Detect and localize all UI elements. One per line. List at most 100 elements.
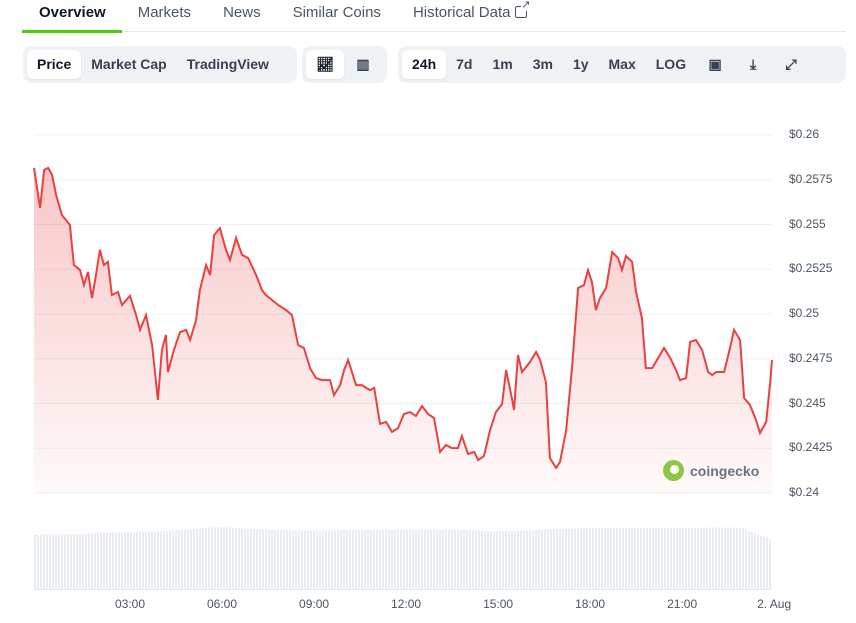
volume-bar bbox=[445, 529, 447, 589]
volume-bar bbox=[112, 532, 114, 589]
volume-bar bbox=[46, 534, 48, 589]
volume-bar bbox=[457, 529, 459, 589]
volume-bar bbox=[304, 530, 306, 589]
volume-bar bbox=[664, 528, 666, 589]
volume-bar bbox=[517, 530, 519, 589]
volume-bar bbox=[436, 529, 438, 589]
volume-bar bbox=[49, 534, 51, 589]
volume-bar bbox=[745, 529, 747, 589]
volume-bar bbox=[286, 530, 288, 589]
volume-bar bbox=[157, 531, 159, 589]
volume-bar bbox=[601, 528, 603, 589]
volume-bar bbox=[757, 534, 759, 589]
volume-bar bbox=[319, 530, 321, 589]
volume-bar bbox=[139, 531, 141, 589]
price-chart[interactable] bbox=[0, 0, 856, 623]
volume-bar bbox=[553, 529, 555, 589]
volume-bar bbox=[175, 530, 177, 589]
volume-bar bbox=[259, 529, 261, 589]
volume-bar bbox=[514, 530, 516, 589]
volume-bar bbox=[742, 528, 744, 589]
volume-bar bbox=[646, 528, 648, 589]
volume-bar bbox=[316, 530, 318, 589]
volume-bar bbox=[94, 533, 96, 589]
x-tick-label: 18:00 bbox=[575, 597, 606, 611]
volume-bar bbox=[220, 527, 222, 589]
volume-bar bbox=[115, 532, 117, 589]
volume-bar bbox=[481, 530, 483, 589]
volume-bar bbox=[328, 530, 330, 589]
volume-bar bbox=[292, 530, 294, 589]
volume-bar bbox=[595, 528, 597, 589]
volume-bar bbox=[610, 528, 612, 589]
volume-bar bbox=[217, 527, 219, 589]
volume-bar bbox=[283, 530, 285, 589]
volume-bar bbox=[451, 529, 453, 589]
volume-bar bbox=[739, 527, 741, 589]
volume-bar bbox=[544, 529, 546, 589]
volume-bar bbox=[754, 533, 756, 589]
volume-bar bbox=[166, 530, 168, 589]
volume-bar bbox=[205, 528, 207, 589]
volume-bar bbox=[208, 527, 210, 589]
volume-bar bbox=[85, 533, 87, 589]
volume-bar bbox=[496, 531, 498, 589]
volume-bar bbox=[88, 533, 90, 589]
x-tick-label: 03:00 bbox=[114, 597, 146, 611]
volume-bar bbox=[556, 528, 558, 589]
y-tick-label: $0.2575 bbox=[789, 171, 833, 186]
volume-bar bbox=[151, 531, 153, 589]
volume-bar bbox=[364, 530, 366, 589]
volume-bar bbox=[235, 528, 237, 589]
volume-bar bbox=[34, 534, 36, 589]
coingecko-logo: coingecko bbox=[663, 460, 759, 481]
volume-bar bbox=[322, 530, 324, 589]
volume-bar bbox=[388, 529, 390, 589]
volume-bar bbox=[511, 530, 513, 589]
volume-bar bbox=[91, 533, 93, 589]
volume-bar bbox=[391, 529, 393, 589]
volume-bar bbox=[505, 531, 507, 589]
volume-bar bbox=[223, 527, 225, 589]
volume-bar bbox=[64, 534, 66, 589]
volume-bar bbox=[358, 530, 360, 589]
volume-bar bbox=[73, 534, 75, 589]
volume-bar bbox=[370, 530, 372, 589]
volume-bar bbox=[427, 529, 429, 589]
y-tick-label: $0.255 bbox=[789, 216, 826, 231]
volume-bar bbox=[538, 529, 540, 589]
volume-bar bbox=[529, 530, 531, 589]
volume-bar bbox=[577, 528, 579, 589]
volume-bar bbox=[100, 533, 102, 589]
volume-bar bbox=[679, 528, 681, 589]
volume-bar bbox=[589, 528, 591, 589]
volume-bar bbox=[682, 528, 684, 589]
volume-bar bbox=[70, 534, 72, 589]
volume-bar bbox=[550, 529, 552, 589]
volume-bar bbox=[253, 529, 255, 589]
volume-bar bbox=[658, 528, 660, 589]
volume-bar bbox=[472, 530, 474, 589]
gecko-icon bbox=[663, 460, 684, 481]
volume-bar bbox=[421, 529, 423, 589]
volume-bar bbox=[634, 528, 636, 589]
volume-bar bbox=[61, 534, 63, 589]
volume-bar bbox=[598, 528, 600, 589]
volume-bar bbox=[379, 529, 381, 589]
volume-bar bbox=[697, 527, 699, 589]
volume-bar bbox=[709, 527, 711, 589]
volume-bar bbox=[766, 537, 768, 589]
volume-bar bbox=[631, 528, 633, 589]
volume-bar bbox=[475, 530, 477, 589]
volume-bar bbox=[310, 530, 312, 589]
volume-bar bbox=[130, 531, 132, 589]
volume-bar bbox=[736, 527, 738, 589]
volume-bar bbox=[613, 528, 615, 589]
volume-bar bbox=[298, 530, 300, 589]
volume-bar bbox=[763, 536, 765, 589]
volume-bar bbox=[535, 530, 537, 589]
volume-bar bbox=[412, 529, 414, 589]
volume-bar bbox=[58, 534, 60, 589]
volume-bar bbox=[136, 531, 138, 589]
volume-bar bbox=[160, 531, 162, 589]
